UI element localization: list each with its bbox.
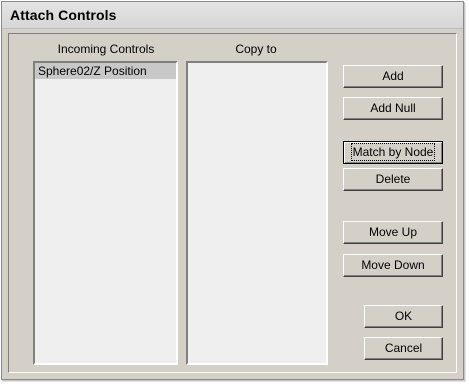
match-by-node-button[interactable]: Match by Node <box>343 141 443 164</box>
copy-to-list[interactable] <box>186 61 328 365</box>
list-item[interactable]: Sphere02/Z Position <box>35 63 176 79</box>
copy-to-header: Copy to <box>235 42 277 56</box>
delete-button[interactable]: Delete <box>343 168 443 191</box>
add-null-button[interactable]: Add Null <box>343 97 443 120</box>
incoming-controls-header: Incoming Controls <box>57 42 155 56</box>
title-bar[interactable]: Attach Controls <box>2 2 463 29</box>
move-up-button[interactable]: Move Up <box>343 221 443 244</box>
dialog-body: Incoming Controls Copy to Sphere02/Z Pos… <box>8 33 457 373</box>
incoming-controls-list[interactable]: Sphere02/Z Position <box>33 61 178 365</box>
dialog-title: Attach Controls <box>10 7 117 23</box>
attach-controls-dialog: Attach Controls Incoming Controls Copy t… <box>1 1 464 380</box>
add-button[interactable]: Add <box>343 65 443 88</box>
move-down-button[interactable]: Move Down <box>343 254 443 277</box>
cancel-button[interactable]: Cancel <box>364 337 443 360</box>
ok-button[interactable]: OK <box>364 305 443 328</box>
